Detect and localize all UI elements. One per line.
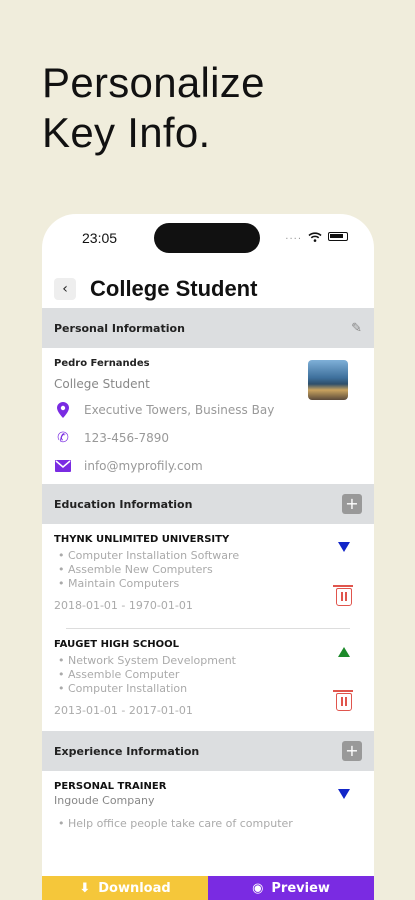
personal-card: Pedro Fernandes College Student Executiv… (42, 348, 374, 484)
wifi-icon (308, 231, 322, 242)
download-button[interactable]: ⬇ Download (42, 876, 208, 900)
preview-button[interactable]: ◉ Preview (208, 876, 374, 900)
entry-bullets: Network System Development Assemble Comp… (54, 654, 362, 696)
move-down-icon[interactable] (338, 789, 350, 799)
download-label: Download (98, 880, 171, 896)
phone-text: 123-456-7890 (84, 431, 170, 445)
bottom-action-bar: ⬇ Download ◉ Preview (42, 876, 374, 900)
personal-section-header: Personal Information ✎ (42, 308, 374, 348)
signal-dots: .... (285, 231, 302, 242)
status-bar: 23:05 .... (42, 214, 374, 270)
section-title: Experience Information (54, 744, 200, 758)
entry-company: Ingoude Company (54, 794, 155, 807)
trash-icon[interactable] (333, 585, 353, 606)
status-icons: .... (285, 231, 348, 242)
pencil-icon[interactable]: ✎ (351, 321, 362, 336)
back-button[interactable]: ‹ (54, 278, 76, 300)
headline-line-1: Personalize (42, 59, 265, 106)
mail-icon (54, 457, 72, 475)
move-up-icon[interactable] (338, 647, 350, 657)
bullet-item: Computer Installation Software (54, 549, 362, 563)
entry-bullets: Help office people take care of computer (54, 817, 362, 831)
trash-icon[interactable] (333, 690, 353, 711)
page-title: College Student (90, 276, 258, 301)
experience-entry: PERSONAL TRAINER Ingoude Company Help of… (42, 771, 374, 831)
move-down-icon[interactable] (338, 542, 350, 552)
status-time: 23:05 (82, 230, 118, 246)
address-text: Executive Towers, Business Bay (84, 403, 275, 417)
email-row: info@myprofily.com (54, 457, 362, 475)
bullet-item: Assemble New Computers (54, 563, 362, 577)
location-pin-icon (54, 401, 72, 419)
entry-title: THYNK UNLIMITED UNIVERSITY (54, 534, 230, 545)
bullet-item: Computer Installation (54, 682, 362, 696)
phone-row: ✆ 123-456-7890 (54, 429, 362, 447)
bullet-item: Network System Development (54, 654, 362, 668)
entry-title: PERSONAL TRAINER (54, 781, 167, 792)
section-title: Personal Information (54, 321, 185, 335)
battery-icon (328, 232, 348, 241)
add-experience-button[interactable]: + (342, 741, 362, 761)
bullet-item: Maintain Computers (54, 577, 362, 591)
eye-icon: ◉ (252, 880, 264, 896)
bullet-item: Assemble Computer (54, 668, 362, 682)
phone-icon: ✆ (57, 430, 69, 446)
education-entry: FAUGET HIGH SCHOOL Network System Develo… (42, 629, 374, 717)
title-bar: ‹ College Student (42, 270, 374, 308)
section-title: Education Information (54, 497, 193, 511)
dynamic-island (154, 223, 260, 253)
entry-title: FAUGET HIGH SCHOOL (54, 639, 180, 650)
education-entry: THYNK UNLIMITED UNIVERSITY Computer Inst… (42, 524, 374, 629)
download-icon: ⬇ (79, 880, 91, 896)
marketing-headline: Personalize Key Info. (42, 58, 265, 158)
preview-label: Preview (271, 880, 330, 896)
entry-dates: 2018-01-01 - 1970-01-01 (54, 599, 193, 612)
entry-dates: 2013-01-01 - 2017-01-01 (54, 704, 193, 717)
experience-section-header: Experience Information + (42, 731, 374, 771)
bullet-item: Help office people take care of computer (54, 817, 362, 831)
entry-bullets: Computer Installation Software Assemble … (54, 549, 362, 591)
add-education-button[interactable]: + (342, 494, 362, 514)
chevron-left-icon: ‹ (62, 281, 68, 297)
address-row: Executive Towers, Business Bay (54, 401, 362, 419)
headline-line-2: Key Info. (42, 109, 211, 156)
email-text: info@myprofily.com (84, 459, 203, 473)
profile-photo[interactable] (308, 360, 348, 400)
education-section-header: Education Information + (42, 484, 374, 524)
phone-screen: 23:05 .... ‹ College Student Personal In… (42, 214, 374, 900)
